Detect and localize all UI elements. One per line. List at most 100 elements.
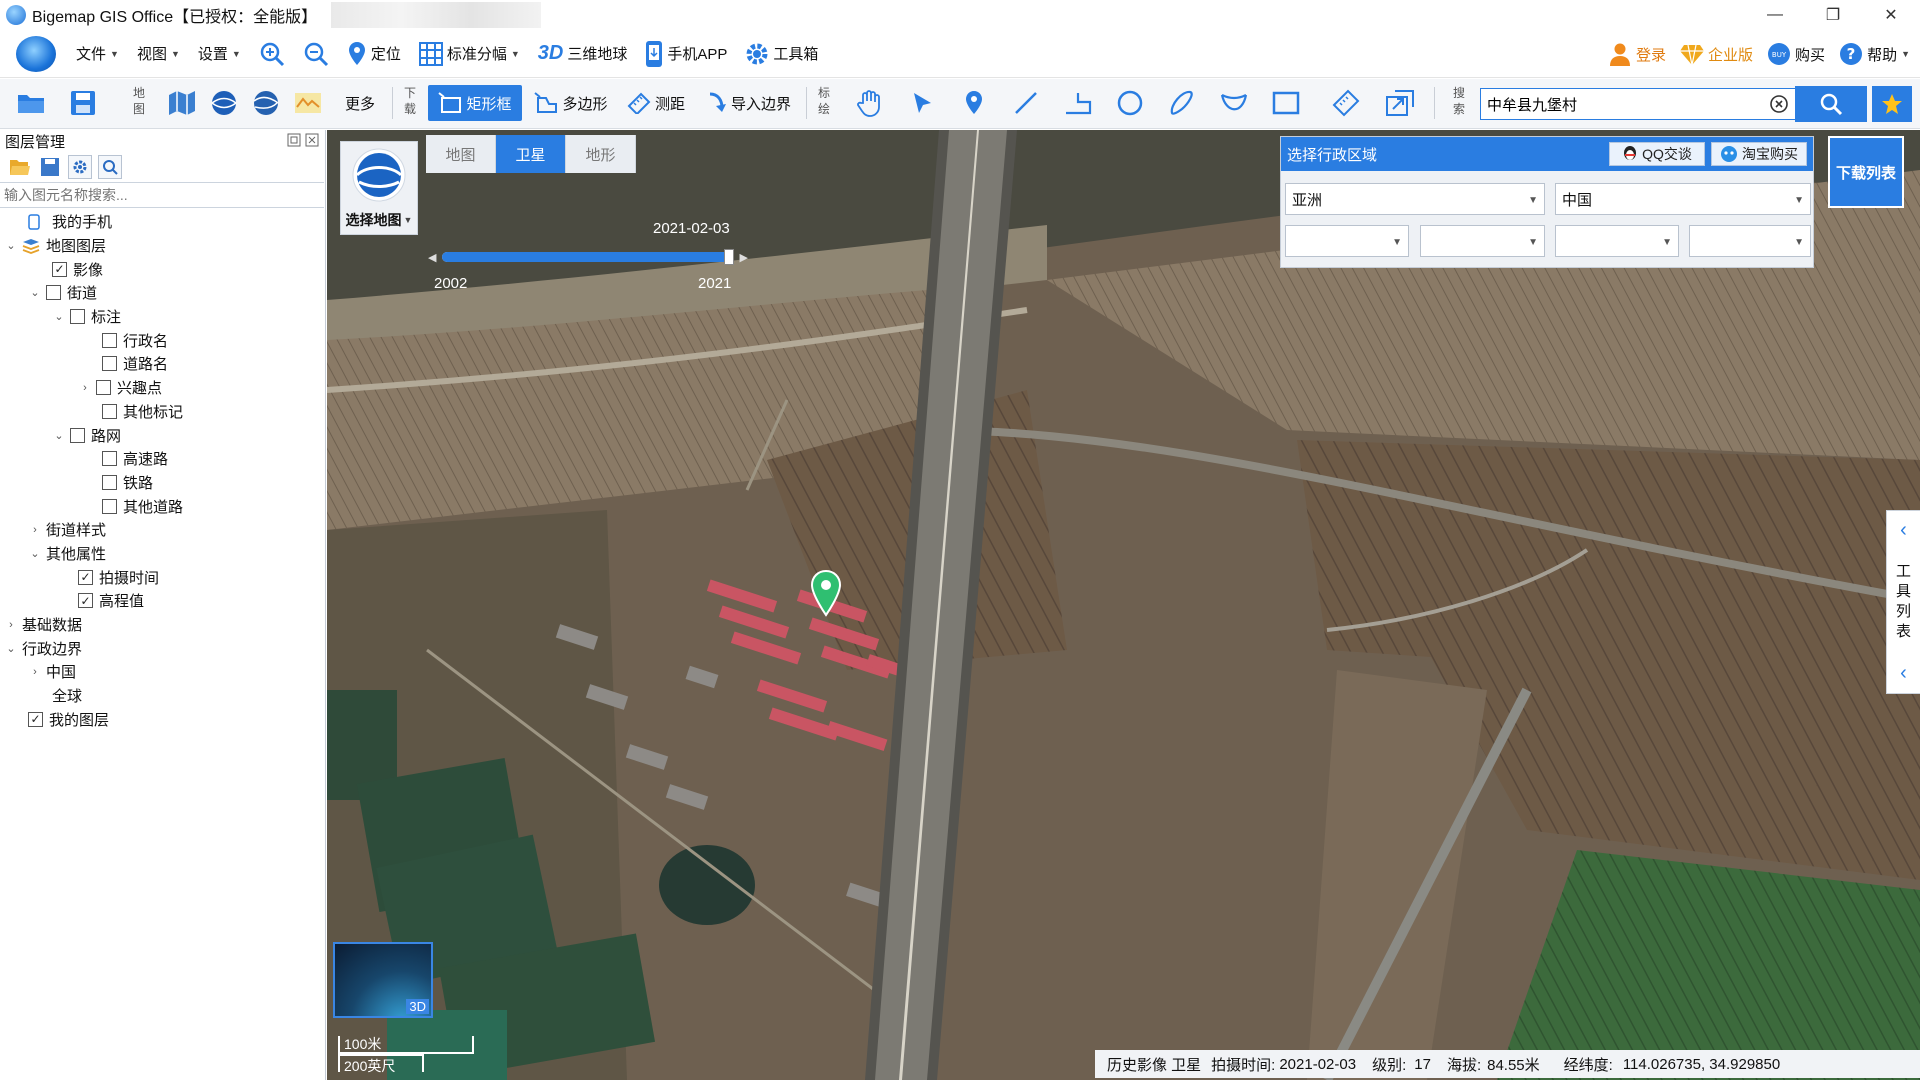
expand-chevron-right-icon[interactable]: › bbox=[28, 524, 42, 536]
checkbox[interactable] bbox=[102, 356, 117, 372]
import-shape-button[interactable] bbox=[1380, 85, 1420, 121]
tree-node-my-layers[interactable]: ✓ 我的图层 bbox=[0, 707, 325, 731]
checkbox[interactable] bbox=[46, 285, 61, 301]
taobao-buy-button[interactable]: 淘宝购买 bbox=[1711, 142, 1807, 166]
expand-chevron-right-icon[interactable]: › bbox=[78, 382, 92, 394]
tree-node-annotation[interactable]: ⌄ 标注 bbox=[0, 305, 325, 329]
checkbox[interactable] bbox=[102, 498, 117, 514]
close-window-button[interactable]: ✕ bbox=[1862, 0, 1920, 30]
country-select[interactable]: 中国 ▼ bbox=[1555, 183, 1811, 215]
tree-node-china[interactable]: › 中国 bbox=[0, 660, 325, 684]
draw-rectangle-button[interactable] bbox=[1266, 85, 1306, 121]
polygon-select-button[interactable]: 多边形 bbox=[528, 85, 614, 121]
menu-settings[interactable]: 设置 ▼ bbox=[198, 43, 241, 64]
draw-curve-button[interactable] bbox=[1162, 85, 1202, 121]
float-panel-icon[interactable] bbox=[287, 133, 301, 147]
measure-tool-button[interactable] bbox=[1326, 85, 1366, 121]
tree-node-basic-data[interactable]: › 基础数据 bbox=[0, 613, 325, 637]
timeline-prev-icon[interactable]: ◀ bbox=[428, 251, 436, 264]
close-panel-icon[interactable] bbox=[305, 133, 319, 147]
expand-chevron-right-icon[interactable]: › bbox=[4, 619, 18, 631]
login-button[interactable]: 登录 bbox=[1608, 42, 1666, 66]
chevron-left-icon[interactable]: ‹ bbox=[1900, 519, 1907, 542]
expand-chevron-right-icon[interactable]: › bbox=[28, 666, 42, 678]
timeline-next-icon[interactable]: ▶ bbox=[740, 251, 748, 264]
tree-node-my-phone[interactable]: 我的手机 bbox=[0, 210, 325, 234]
tree-node-capture-time[interactable]: ✓ 拍摄时间 bbox=[0, 565, 325, 589]
help-menu[interactable]: ? 帮助 ▼ bbox=[1839, 42, 1910, 66]
select-pointer-button[interactable] bbox=[902, 85, 942, 121]
map-source-3-button[interactable] bbox=[248, 85, 284, 121]
layer-settings-button[interactable] bbox=[68, 155, 92, 179]
timeline-handle[interactable] bbox=[723, 249, 734, 265]
measure-distance-button[interactable]: 测距 bbox=[622, 85, 690, 121]
zoom-in-button[interactable] bbox=[259, 41, 285, 67]
zoom-out-button[interactable] bbox=[303, 41, 329, 67]
checkbox[interactable] bbox=[70, 427, 85, 443]
import-boundary-button[interactable]: 导入边界 bbox=[702, 85, 796, 121]
draw-marker-button[interactable] bbox=[954, 85, 994, 121]
map-source-4-button[interactable] bbox=[290, 85, 326, 121]
checkbox-checked[interactable]: ✓ bbox=[78, 569, 93, 585]
tree-node-streets[interactable]: ⌄ 街道 bbox=[0, 281, 325, 305]
tree-node-road-names[interactable]: 道路名 bbox=[0, 352, 325, 376]
tree-node-other-roads[interactable]: 其他道路 bbox=[0, 494, 325, 518]
map-type-satellite-tab[interactable]: 卫星 bbox=[496, 135, 566, 173]
standard-sheet-menu[interactable]: 标准分幅 ▼ bbox=[418, 41, 520, 66]
minimize-button[interactable]: — bbox=[1746, 0, 1804, 30]
clear-search-button[interactable] bbox=[1767, 92, 1791, 116]
tree-node-railways[interactable]: 铁路 bbox=[0, 471, 325, 495]
county-select[interactable]: ▼ bbox=[1555, 225, 1679, 257]
layer-search-input[interactable] bbox=[0, 182, 324, 208]
toolbox-button[interactable]: 工具箱 bbox=[745, 42, 818, 66]
expand-chevron-icon[interactable]: ⌄ bbox=[52, 310, 66, 323]
overview-minimap[interactable]: 3D bbox=[333, 942, 433, 1018]
pan-tool-button[interactable] bbox=[850, 85, 890, 121]
more-maps-button[interactable]: 更多 bbox=[340, 85, 380, 121]
checkbox[interactable] bbox=[102, 474, 117, 490]
search-input[interactable] bbox=[1481, 90, 1767, 118]
buy-button[interactable]: BUY 购买 bbox=[1767, 42, 1825, 66]
checkbox[interactable] bbox=[96, 380, 111, 396]
locate-button[interactable]: 定位 bbox=[347, 41, 401, 67]
tree-node-global[interactable]: 全球 bbox=[0, 684, 325, 708]
expand-chevron-icon[interactable]: ⌄ bbox=[28, 286, 42, 299]
map-type-terrain-tab[interactable]: 地形 bbox=[566, 135, 636, 173]
qq-chat-button[interactable]: QQ交谈 bbox=[1609, 142, 1705, 166]
tree-node-highways[interactable]: 高速路 bbox=[0, 447, 325, 471]
checkbox-checked[interactable]: ✓ bbox=[28, 711, 43, 727]
city-select[interactable]: ▼ bbox=[1420, 225, 1545, 257]
map-source-2-button[interactable] bbox=[206, 85, 242, 121]
expand-chevron-icon[interactable]: ⌄ bbox=[4, 642, 18, 655]
draw-line-button[interactable] bbox=[1006, 85, 1046, 121]
layer-search-button[interactable] bbox=[98, 155, 122, 179]
tree-node-map-layers[interactable]: ⌄ 地图图层 bbox=[0, 234, 325, 258]
tree-node-street-style[interactable]: › 街道样式 bbox=[0, 518, 325, 542]
expand-chevron-icon[interactable]: ⌄ bbox=[28, 547, 42, 560]
open-folder-button[interactable] bbox=[14, 85, 48, 121]
search-button[interactable] bbox=[1795, 86, 1867, 122]
checkbox[interactable] bbox=[102, 403, 117, 419]
open-layer-button[interactable] bbox=[8, 155, 32, 179]
tree-node-other-marks[interactable]: 其他标记 bbox=[0, 400, 325, 424]
checkbox-checked[interactable]: ✓ bbox=[78, 593, 93, 609]
town-select[interactable]: ▼ bbox=[1689, 225, 1811, 257]
checkbox-checked[interactable]: ✓ bbox=[52, 261, 67, 277]
tree-node-road-network[interactable]: ⌄ 路网 bbox=[0, 423, 325, 447]
tree-node-poi[interactable]: › 兴趣点 bbox=[0, 376, 325, 400]
favorites-button[interactable] bbox=[1872, 86, 1912, 122]
download-list-button[interactable]: 下载列表 bbox=[1828, 136, 1904, 208]
select-map-button[interactable]: 选择地图 ▼ bbox=[340, 141, 418, 235]
tree-node-other-attributes[interactable]: ⌄ 其他属性 bbox=[0, 542, 325, 566]
draw-circle-button[interactable] bbox=[1110, 85, 1150, 121]
tree-node-elevation[interactable]: ✓ 高程值 bbox=[0, 589, 325, 613]
rect-select-button[interactable]: 矩形框 bbox=[428, 85, 522, 121]
expand-chevron-icon[interactable]: ⌄ bbox=[52, 429, 66, 442]
menu-file[interactable]: 文件 ▼ bbox=[76, 43, 119, 64]
restore-button[interactable]: ❐ bbox=[1804, 0, 1862, 30]
checkbox[interactable] bbox=[70, 309, 85, 325]
province-select[interactable]: ▼ bbox=[1285, 225, 1409, 257]
chevron-left-icon[interactable]: ‹ bbox=[1900, 662, 1907, 685]
save-button[interactable] bbox=[66, 85, 100, 121]
bigemap-logo-icon[interactable] bbox=[16, 35, 56, 72]
